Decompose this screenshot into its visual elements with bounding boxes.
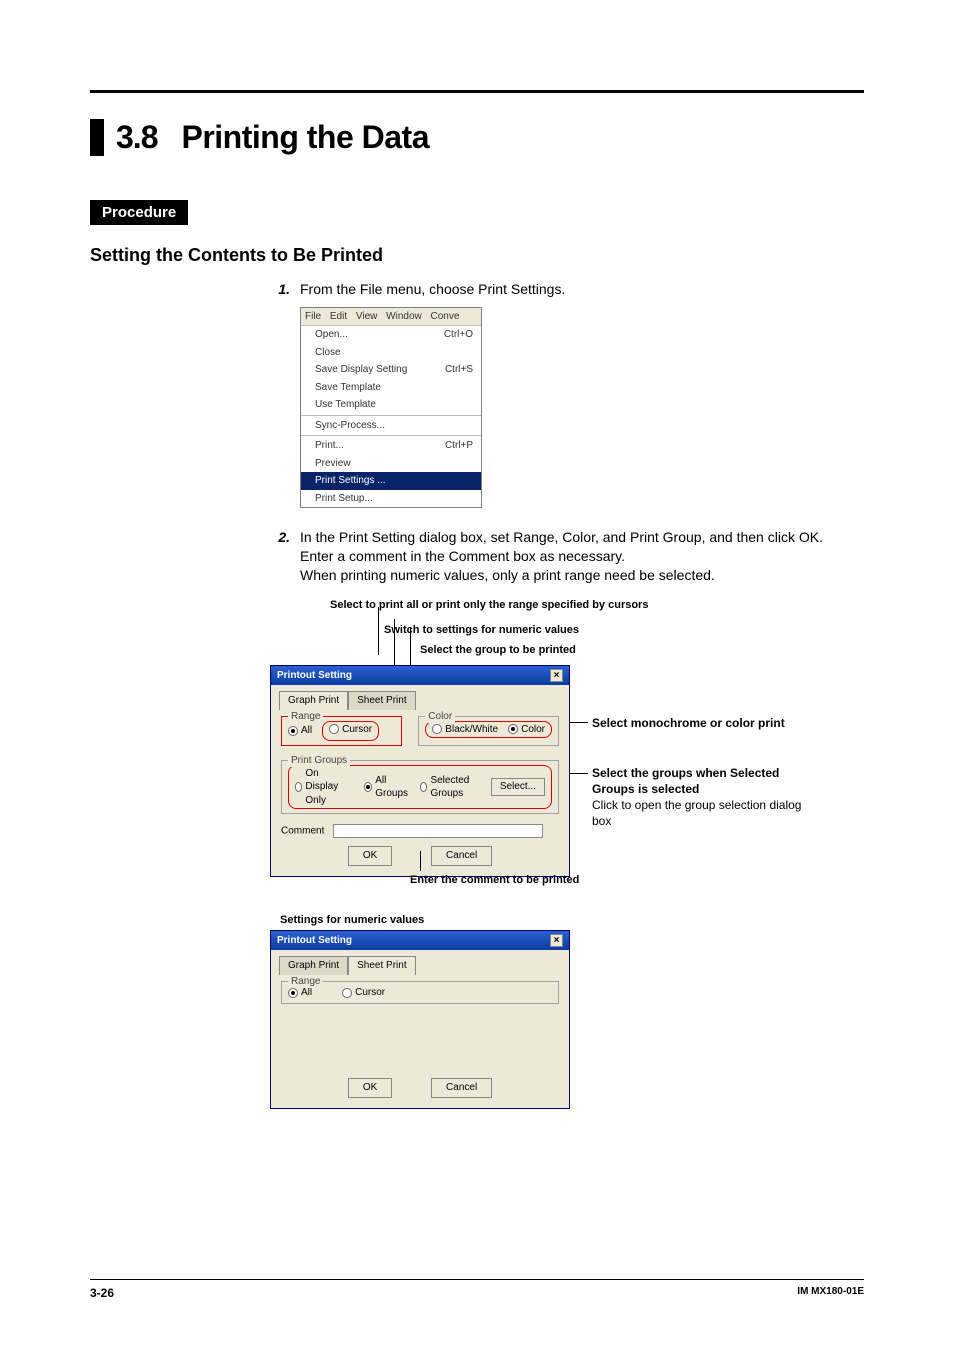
callout: Select to print all or print only the ra… bbox=[270, 597, 864, 614]
step-number: 1. bbox=[270, 280, 300, 299]
ok-button[interactable]: OK bbox=[348, 846, 392, 866]
radio-cursor[interactable]: Cursor bbox=[329, 723, 372, 737]
callout: Switch to settings for numeric values bbox=[270, 622, 864, 639]
menu-sync-process[interactable]: Sync-Process... bbox=[301, 417, 481, 435]
menu-print-setup[interactable]: Print Setup... bbox=[301, 490, 481, 508]
printout-setting-dialog: Printout Setting × Graph PrintSheet Prin… bbox=[270, 665, 570, 877]
step-text: From the File menu, choose Print Setting… bbox=[300, 280, 864, 299]
radio-selectedgroups[interactable]: Selected Groups bbox=[420, 774, 481, 801]
tab-graph-print[interactable]: Graph Print bbox=[279, 956, 348, 975]
step-number: 2. bbox=[270, 528, 300, 585]
menu-print-settings[interactable]: Print Settings ... bbox=[301, 472, 481, 490]
menu-use-template[interactable]: Use Template bbox=[301, 396, 481, 414]
menu-preview[interactable]: Preview bbox=[301, 455, 481, 473]
doc-id: IM MX180-01E bbox=[797, 1286, 864, 1300]
radio-bw[interactable]: Black/White bbox=[432, 723, 498, 737]
menu-open[interactable]: Open...Ctrl+O bbox=[301, 326, 481, 344]
ok-button[interactable]: OK bbox=[348, 1078, 392, 1098]
printout-setting-dialog-numeric: Printout Setting × Graph PrintSheet Prin… bbox=[270, 930, 570, 1109]
radio-color[interactable]: Color bbox=[508, 723, 545, 737]
step-text: Enter a comment in the Comment box as ne… bbox=[300, 547, 864, 566]
subheading: Setting the Contents to Be Printed bbox=[90, 245, 864, 266]
callout: Click to open the group selection dialog… bbox=[592, 798, 801, 828]
radio-ondisplay[interactable]: On Display Only bbox=[295, 767, 354, 808]
tab-graph-print[interactable]: Graph Print bbox=[279, 691, 348, 710]
dialog-title: Printout Setting bbox=[277, 934, 352, 948]
procedure-label: Procedure bbox=[90, 200, 188, 225]
section-number: 3.8 bbox=[116, 119, 181, 156]
radio-cursor[interactable]: Cursor bbox=[342, 986, 385, 1000]
select-button[interactable]: Select... bbox=[491, 778, 545, 796]
close-icon[interactable]: × bbox=[550, 934, 563, 947]
callout: Select the groups when Selected Groups i… bbox=[592, 766, 779, 796]
section-title: 3.8 Printing the Data bbox=[90, 119, 864, 156]
comment-label: Comment bbox=[281, 826, 324, 837]
menu-save-display[interactable]: Save Display SettingCtrl+S bbox=[301, 361, 481, 379]
close-icon[interactable]: × bbox=[550, 669, 563, 682]
step-text: When printing numeric values, only a pri… bbox=[300, 566, 864, 585]
radio-allgroups[interactable]: All Groups bbox=[364, 774, 410, 801]
menu-save-template[interactable]: Save Template bbox=[301, 379, 481, 397]
tab-sheet-print[interactable]: Sheet Print bbox=[348, 691, 415, 710]
tab-sheet-print[interactable]: Sheet Print bbox=[348, 956, 415, 975]
menu-print[interactable]: Print...Ctrl+P bbox=[301, 437, 481, 455]
section-heading: Printing the Data bbox=[181, 119, 429, 156]
radio-all[interactable]: All bbox=[288, 724, 312, 738]
comment-input[interactable] bbox=[333, 824, 543, 838]
callout: Settings for numeric values bbox=[280, 913, 864, 928]
file-menu: File Edit View Window Conve Open...Ctrl+… bbox=[300, 307, 482, 509]
step-text: In the Print Setting dialog box, set Ran… bbox=[300, 528, 864, 547]
dialog-title: Printout Setting bbox=[277, 669, 352, 683]
menu-close[interactable]: Close bbox=[301, 344, 481, 362]
callout: Select the group to be printed bbox=[270, 642, 864, 659]
page-number: 3-26 bbox=[90, 1286, 114, 1300]
callout: Select monochrome or color print bbox=[592, 716, 785, 730]
callout: Enter the comment to be printed bbox=[410, 873, 579, 888]
cancel-button[interactable]: Cancel bbox=[431, 846, 492, 866]
menu-bar: File Edit View Window Conve bbox=[301, 308, 481, 326]
cancel-button[interactable]: Cancel bbox=[431, 1078, 492, 1098]
